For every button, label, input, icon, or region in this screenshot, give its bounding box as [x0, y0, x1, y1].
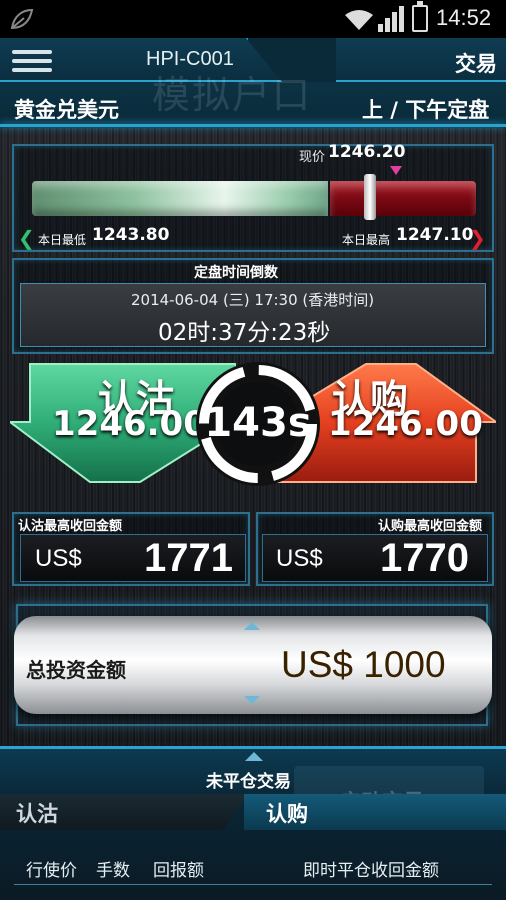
- column-close-value: 即时平仓收回金额: [303, 861, 439, 881]
- chevron-left-icon: ❮: [18, 226, 35, 250]
- put-payout-value: 1771: [144, 536, 233, 580]
- column-strike: 行使价: [26, 861, 77, 881]
- day-low-value: 1243.80: [92, 225, 170, 245]
- column-lots: 手数: [96, 861, 130, 881]
- current-price-marker-icon: [390, 166, 403, 175]
- put-payout-title: 认沽最高收回金额: [18, 519, 123, 534]
- drawer-handle-icon[interactable]: [245, 752, 263, 761]
- menu-icon[interactable]: [12, 50, 52, 72]
- price-range-bar-high: [330, 181, 476, 216]
- signal-icon: [378, 6, 404, 32]
- investment-value: US$ 1000: [281, 644, 446, 685]
- countdown-remaining: 02时:37分:23秒: [158, 320, 331, 346]
- open-positions-title[interactable]: 未平仓交易: [206, 767, 291, 792]
- chevron-up-icon[interactable]: [244, 622, 260, 630]
- wifi-icon: [345, 10, 373, 30]
- demo-account-watermark: 模拟户口: [152, 73, 313, 117]
- status-bar: 14:52: [0, 0, 506, 38]
- price-range-bar-low: [32, 181, 328, 216]
- chevron-down-icon[interactable]: [244, 696, 260, 704]
- tab-call-label: 认购: [266, 802, 308, 826]
- put-price: 1246.00: [52, 404, 207, 444]
- account-id: HPI-C001: [146, 48, 234, 70]
- settlement-datetime: 2014-06-04 (三) 17:30 (香港时间): [131, 291, 375, 309]
- investment-label: 总投资金额: [26, 658, 126, 682]
- column-return: 回报额: [153, 861, 204, 881]
- price-range-knob: [364, 174, 377, 220]
- chevron-right-icon: ❯: [469, 226, 486, 250]
- countdown-title: 定盘时间倒数: [194, 265, 278, 281]
- clock: 14:52: [436, 5, 492, 30]
- day-high-label: 本日最高: [342, 233, 391, 247]
- tab-trade[interactable]: 交易: [455, 48, 497, 78]
- day-low-label: 本日最低: [38, 233, 87, 247]
- leaf-icon: [10, 8, 34, 30]
- day-high-value: 1247.10: [396, 225, 474, 245]
- current-price-value: 1246.20: [328, 142, 406, 162]
- session-selector[interactable]: 上 / 下午定盘: [362, 94, 489, 124]
- call-payout-value: 1770: [380, 536, 469, 580]
- call-payout-title: 认购最高收回金额: [378, 519, 483, 534]
- call-payout-currency: US$: [276, 545, 323, 572]
- timer-seconds: 143s: [204, 400, 312, 446]
- put-payout-currency: US$: [35, 545, 82, 572]
- call-price: 1246.00: [328, 404, 483, 444]
- product-name: 黄金兑美元: [14, 98, 119, 122]
- current-price-label: 现价: [299, 150, 326, 165]
- battery-charging-icon: [412, 1, 428, 32]
- tab-put-label: 认沽: [16, 802, 58, 826]
